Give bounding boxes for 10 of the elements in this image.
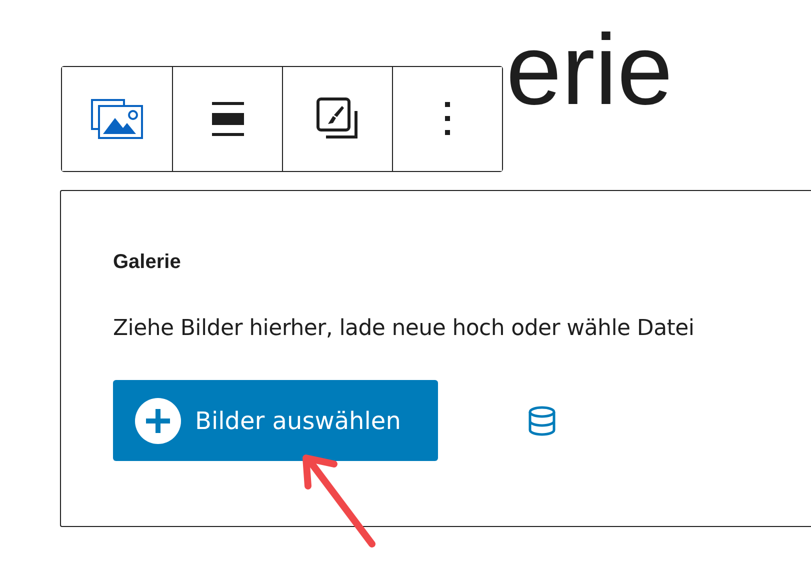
block-label: Galerie [113, 251, 182, 274]
page-title: erie [506, 20, 673, 120]
brush-icon [316, 97, 360, 141]
database-icon[interactable] [528, 406, 556, 436]
gallery-icon [90, 98, 144, 140]
align-icon [210, 101, 244, 137]
more-icon [444, 102, 450, 136]
upload-button[interactable]: Bilder auswählen [113, 380, 438, 461]
instructions: Ziehe Bilder hierher, lade neue hoch oder wähle Datei [113, 316, 696, 341]
plus-icon [135, 398, 181, 444]
